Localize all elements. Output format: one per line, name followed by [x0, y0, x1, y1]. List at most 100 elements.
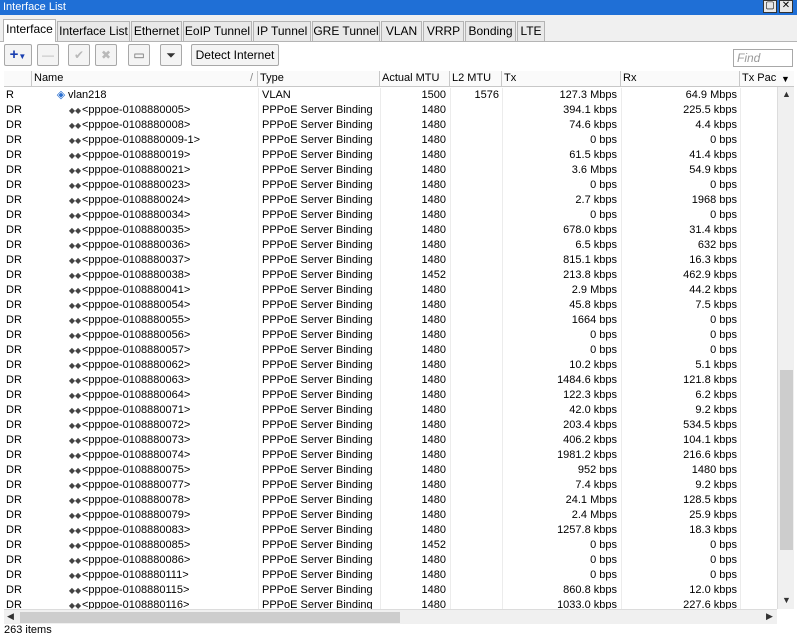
table-row[interactable]: DR ◆◆<pppoe-0108880111> PPPoE Server Bindi… — [4, 568, 777, 583]
row-type: PPPoE Server Binding — [262, 299, 373, 311]
table-row[interactable]: DR ◆◆<pppoe-0108880078> PPPoE Server Bindi… — [4, 493, 777, 508]
row-name-label: <pppoe-0108880008> — [82, 119, 191, 131]
table-row[interactable]: DR ◆◆<pppoe-0108880023> PPPoE Server Bindi… — [4, 178, 777, 193]
column-header-flags[interactable] — [4, 71, 32, 87]
row-tx: 0 bps — [590, 329, 617, 341]
add-button[interactable]: +▼ — [4, 44, 32, 66]
table-row[interactable]: DR ◆◆<pppoe-0108880038> PPPoE Server Bindi… — [4, 268, 777, 283]
table-row[interactable]: DR ◆◆<pppoe-0108880072> PPPoE Server Bindi… — [4, 418, 777, 433]
scroll-up-icon[interactable]: ▲ — [782, 89, 791, 99]
table-row[interactable]: DR ◆◆<pppoe-0108880086> PPPoE Server Bindi… — [4, 553, 777, 568]
find-input[interactable]: Find — [733, 49, 793, 67]
table-row[interactable]: DR ◆◆<pppoe-0108880071> PPPoE Server Bindi… — [4, 403, 777, 418]
table-row[interactable]: DR ◆◆<pppoe-0108880079> PPPoE Server Bindi… — [4, 508, 777, 523]
pppoe-interface-icon: ◆◆ — [68, 286, 82, 295]
column-header-l2-mtu[interactable]: L2 MTU — [450, 71, 502, 87]
table-row[interactable]: DR ◆◆<pppoe-0108880056> PPPoE Server Bindi… — [4, 328, 777, 343]
vertical-scroll-thumb[interactable] — [780, 370, 793, 550]
column-divider — [258, 283, 259, 298]
tab-vrrp[interactable]: VRRP — [423, 21, 464, 41]
row-tx: 952 bps — [577, 464, 617, 476]
table-row[interactable]: DR ◆◆<pppoe-0108880116> PPPoE Server Bindi… — [4, 598, 777, 609]
tab-ethernet[interactable]: Ethernet — [131, 21, 182, 41]
table-row[interactable]: DR ◆◆<pppoe-0108880019> PPPoE Server Bindi… — [4, 148, 777, 163]
table-row[interactable]: DR ◆◆<pppoe-0108880008> PPPoE Server Bindi… — [4, 118, 777, 133]
table-row[interactable]: R ◈ vlan218 VLAN 1500 1576 127.3 Mbps 64.9 Mbps — [4, 88, 777, 103]
row-l2-mtu — [450, 103, 499, 118]
detect-internet-button[interactable]: Detect Internet — [191, 44, 279, 66]
row-tx: 0 bps — [590, 209, 617, 221]
table-row[interactable]: DR ◆◆<pppoe-0108880005> PPPoE Server Bindi… — [4, 103, 777, 118]
row-tx: 3.6 Mbps — [571, 164, 617, 176]
column-header-name[interactable]: Name / — [32, 71, 258, 87]
table-row[interactable]: DR ◆◆<pppoe-0108880074> PPPoE Server Bindi… — [4, 448, 777, 463]
row-flags: DR — [6, 209, 22, 221]
table-row[interactable]: DR ◆◆<pppoe-0108880041> PPPoE Server Bindi… — [4, 283, 777, 298]
row-l2-mtu — [450, 133, 499, 148]
tab-vlan[interactable]: VLAN — [381, 21, 422, 41]
table-row[interactable]: DR ◆◆<pppoe-0108880115> PPPoE Server Bindi… — [4, 583, 777, 598]
table-row[interactable]: DR ◆◆<pppoe-0108880055> PPPoE Server Bindi… — [4, 313, 777, 328]
table-row[interactable]: DR ◆◆<pppoe-0108880077> PPPoE Server Bindi… — [4, 478, 777, 493]
row-l2-mtu — [450, 523, 499, 538]
table-row[interactable]: DR ◆◆<pppoe-0108880036> PPPoE Server Bindi… — [4, 238, 777, 253]
column-divider — [740, 418, 741, 433]
remove-button[interactable]: — — [37, 44, 59, 66]
tab-ip-tunnel[interactable]: IP Tunnel — [253, 21, 311, 41]
scroll-right-icon[interactable]: ▶ — [766, 611, 773, 622]
row-name: ◆◆<pppoe-0108880064> — [36, 388, 258, 403]
scroll-left-icon[interactable]: ◀ — [7, 611, 14, 622]
enable-button[interactable]: ✔ — [68, 44, 90, 66]
row-name: ◆◆<pppoe-0108880009-1> — [36, 133, 258, 148]
column-chooser-icon[interactable]: ▼ — [777, 71, 794, 87]
row-name-label: <pppoe-0108880077> — [82, 479, 191, 491]
filter-button[interactable]: ⏷ — [160, 44, 182, 66]
column-divider — [740, 358, 741, 373]
table-row[interactable]: DR ◆◆<pppoe-0108880024> PPPoE Server Bindi… — [4, 193, 777, 208]
column-divider — [258, 568, 259, 583]
table-row[interactable]: DR ◆◆<pppoe-0108880035> PPPoE Server Bindi… — [4, 223, 777, 238]
restore-window-button[interactable]: ▢ — [763, 0, 777, 13]
row-name: ◆◆<pppoe-0108880083> — [36, 523, 258, 538]
tab-gre-tunnel[interactable]: GRE Tunnel — [312, 21, 380, 41]
column-header-actual-mtu[interactable]: Actual MTU — [380, 71, 450, 87]
tab-eoip-tunnel[interactable]: EoIP Tunnel — [183, 21, 252, 41]
row-name: ◆◆<pppoe-0108880077> — [36, 478, 258, 493]
table-row[interactable]: DR ◆◆<pppoe-0108880037> PPPoE Server Bindi… — [4, 253, 777, 268]
table-row[interactable]: DR ◆◆<pppoe-0108880063> PPPoE Server Bindi… — [4, 373, 777, 388]
column-divider — [740, 298, 741, 313]
table-row[interactable]: DR ◆◆<pppoe-0108880073> PPPoE Server Bindi… — [4, 433, 777, 448]
column-header-type[interactable]: Type — [258, 71, 380, 87]
row-name: ◆◆<pppoe-0108880054> — [36, 298, 258, 313]
table-row[interactable]: DR ◆◆<pppoe-0108880062> PPPoE Server Bindi… — [4, 358, 777, 373]
table-row[interactable]: DR ◆◆<pppoe-0108880021> PPPoE Server Bindi… — [4, 163, 777, 178]
tab-interface-list[interactable]: Interface List — [57, 21, 130, 41]
table-row[interactable]: DR ◆◆<pppoe-0108880034> PPPoE Server Bindi… — [4, 208, 777, 223]
table-row[interactable]: DR ◆◆<pppoe-0108880009-1> PPPoE Server Bin… — [4, 133, 777, 148]
tab-interface[interactable]: Interface — [3, 19, 56, 42]
row-type: PPPoE Server Binding — [262, 134, 373, 146]
table-row[interactable]: DR ◆◆<pppoe-0108880085> PPPoE Server Bindi… — [4, 538, 777, 553]
column-header-tx-packets[interactable]: Tx Pack — [740, 71, 777, 87]
row-rx: 0 bps — [710, 314, 737, 326]
column-header-tx[interactable]: Tx — [502, 71, 621, 87]
comment-button[interactable]: ▭ — [128, 44, 150, 66]
table-row[interactable]: DR ◆◆<pppoe-0108880057> PPPoE Server Bindi… — [4, 343, 777, 358]
tab-bonding[interactable]: Bonding — [465, 21, 516, 41]
table-row[interactable]: DR ◆◆<pppoe-0108880075> PPPoE Server Bindi… — [4, 463, 777, 478]
dropdown-arrow-icon: ▼ — [18, 52, 27, 61]
row-name: ◆◆<pppoe-0108880063> — [36, 373, 258, 388]
table-row[interactable]: DR ◆◆<pppoe-0108880054> PPPoE Server Bindi… — [4, 298, 777, 313]
row-name-label: <pppoe-0108880036> — [82, 239, 191, 251]
horizontal-scrollbar[interactable]: ◀ ▶ — [4, 609, 777, 624]
row-rx: 121.8 kbps — [683, 374, 737, 386]
vertical-scrollbar[interactable]: ▲ ▼ — [777, 87, 794, 609]
column-header-rx[interactable]: Rx — [621, 71, 740, 87]
table-row[interactable]: DR ◆◆<pppoe-0108880083> PPPoE Server Bindi… — [4, 523, 777, 538]
tab-lte[interactable]: LTE — [517, 21, 545, 41]
disable-button[interactable]: ✖ — [95, 44, 117, 66]
scroll-down-icon[interactable]: ▼ — [782, 595, 791, 605]
horizontal-scroll-thumb[interactable] — [20, 612, 400, 623]
close-window-button[interactable]: ✕ — [779, 0, 793, 13]
table-row[interactable]: DR ◆◆<pppoe-0108880064> PPPoE Server Bindi… — [4, 388, 777, 403]
